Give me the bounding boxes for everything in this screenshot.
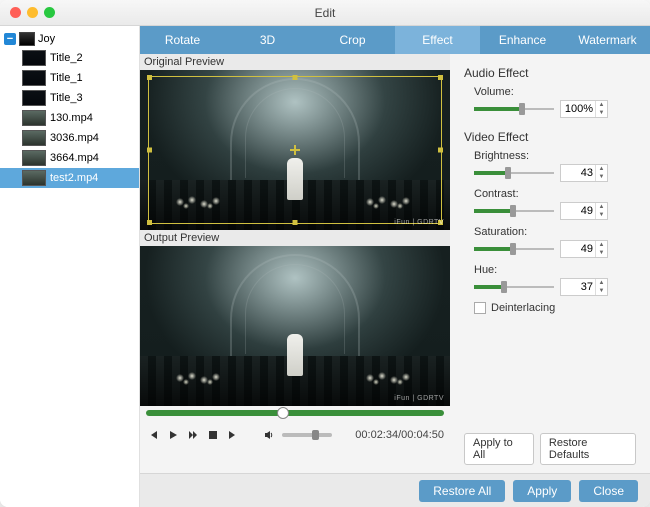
- checkbox-icon[interactable]: [474, 302, 486, 314]
- thumbnail-icon: [22, 50, 46, 66]
- tab-bar: Rotate3DCropEffectEnhanceWatermark: [140, 26, 650, 54]
- saturation-input[interactable]: [561, 243, 595, 255]
- stepper-down-icon[interactable]: ▼: [596, 173, 607, 181]
- stepper-down-icon[interactable]: ▼: [596, 211, 607, 219]
- watermark-text: iFun | GDRTV: [394, 219, 444, 226]
- close-button[interactable]: Close: [579, 480, 638, 502]
- folder-icon: [19, 32, 35, 46]
- brightness-label: Brightness:: [474, 150, 636, 162]
- stepper-down-icon[interactable]: ▼: [596, 109, 607, 117]
- tab-crop[interactable]: Crop: [310, 26, 395, 54]
- file-label: Title_1: [50, 72, 83, 84]
- volume-input[interactable]: [561, 103, 595, 115]
- edit-window: Edit − Joy Title_2 Title_1 Title_3 130.mp4 3…: [0, 0, 650, 507]
- skip-forward-button[interactable]: [226, 428, 240, 442]
- sidebar-item[interactable]: 3664.mp4: [0, 148, 139, 168]
- brightness-input[interactable]: [561, 167, 595, 179]
- stepper-up-icon[interactable]: ▲: [596, 241, 607, 249]
- skip-back-button[interactable]: [146, 428, 160, 442]
- deinterlacing-label: Deinterlacing: [491, 302, 555, 314]
- output-preview-label: Output Preview: [140, 230, 450, 246]
- effects-panel: Audio Effect Volume: ▲▼ Video Effect Bri…: [450, 54, 650, 473]
- deinterlacing-checkbox[interactable]: Deinterlacing: [474, 302, 636, 314]
- timeline-track[interactable]: [146, 410, 444, 416]
- restore-all-button[interactable]: Restore All: [419, 480, 505, 502]
- sidebar-item[interactable]: Title_1: [0, 68, 139, 88]
- brightness-spinner[interactable]: ▲▼: [560, 164, 608, 182]
- contrast-spinner[interactable]: ▲▼: [560, 202, 608, 220]
- stepper-down-icon[interactable]: ▼: [596, 249, 607, 257]
- hue-label: Hue:: [474, 264, 636, 276]
- file-sidebar: − Joy Title_2 Title_1 Title_3 130.mp4 3036.m…: [0, 26, 140, 507]
- saturation-slider[interactable]: [474, 246, 554, 252]
- thumbnail-icon: [22, 90, 46, 106]
- contrast-label: Contrast:: [474, 188, 636, 200]
- fast-forward-button[interactable]: [186, 428, 200, 442]
- volume-slider-effect[interactable]: [474, 106, 554, 112]
- original-preview[interactable]: iFun | GDRTV: [140, 70, 450, 230]
- volume-icon[interactable]: [262, 428, 276, 442]
- restore-defaults-button[interactable]: Restore Defaults: [540, 433, 636, 465]
- playback-controls: 00:02:34/00:04:50: [140, 424, 450, 450]
- saturation-label: Saturation:: [474, 226, 636, 238]
- playhead[interactable]: [277, 407, 289, 419]
- contrast-input[interactable]: [561, 205, 595, 217]
- timeline[interactable]: [140, 406, 450, 424]
- collapse-icon[interactable]: −: [4, 33, 16, 45]
- hue-slider[interactable]: [474, 284, 554, 290]
- tab-effect[interactable]: Effect: [395, 26, 480, 54]
- sidebar-item[interactable]: test2.mp4: [0, 168, 139, 188]
- sidebar-item[interactable]: 3036.mp4: [0, 128, 139, 148]
- sidebar-item[interactable]: Title_2: [0, 48, 139, 68]
- titlebar: Edit: [0, 0, 650, 26]
- hue-input[interactable]: [561, 281, 595, 293]
- hue-spinner[interactable]: ▲▼: [560, 278, 608, 296]
- stepper-down-icon[interactable]: ▼: [596, 287, 607, 295]
- original-preview-label: Original Preview: [140, 54, 450, 70]
- window-title: Edit: [0, 6, 650, 20]
- apply-to-all-button[interactable]: Apply to All: [464, 433, 534, 465]
- time-display: 00:02:34/00:04:50: [355, 429, 444, 441]
- stepper-up-icon[interactable]: ▲: [596, 279, 607, 287]
- tab-rotate[interactable]: Rotate: [140, 26, 225, 54]
- file-label: Title_2: [50, 52, 83, 64]
- audio-effect-heading: Audio Effect: [464, 66, 636, 80]
- stepper-up-icon[interactable]: ▲: [596, 165, 607, 173]
- brightness-slider[interactable]: [474, 170, 554, 176]
- file-label: test2.mp4: [50, 172, 98, 184]
- thumbnail-icon: [22, 150, 46, 166]
- output-preview[interactable]: iFun | GDRTV: [140, 246, 450, 406]
- stepper-up-icon[interactable]: ▲: [596, 101, 607, 109]
- thumbnail-icon: [22, 70, 46, 86]
- volume-spinner[interactable]: ▲▼: [560, 100, 608, 118]
- thumbnail-icon: [22, 110, 46, 126]
- contrast-slider[interactable]: [474, 208, 554, 214]
- play-button[interactable]: [166, 428, 180, 442]
- apply-button[interactable]: Apply: [513, 480, 571, 502]
- tab-3d[interactable]: 3D: [225, 26, 310, 54]
- volume-slider[interactable]: [282, 433, 332, 437]
- root-label: Joy: [38, 33, 55, 45]
- tab-enhance[interactable]: Enhance: [480, 26, 565, 54]
- file-label: 3664.mp4: [50, 152, 99, 164]
- footer-bar: Restore All Apply Close: [140, 473, 650, 507]
- video-effect-heading: Video Effect: [464, 130, 636, 144]
- thumbnail-icon: [22, 130, 46, 146]
- stop-button[interactable]: [206, 428, 220, 442]
- volume-label: Volume:: [474, 86, 636, 98]
- saturation-spinner[interactable]: ▲▼: [560, 240, 608, 258]
- watermark-text: iFun | GDRTV: [394, 395, 444, 402]
- preview-column: Original Preview: [140, 54, 450, 473]
- stepper-up-icon[interactable]: ▲: [596, 203, 607, 211]
- sidebar-item[interactable]: 130.mp4: [0, 108, 139, 128]
- tree-root[interactable]: − Joy: [0, 30, 139, 48]
- file-label: Title_3: [50, 92, 83, 104]
- sidebar-item[interactable]: Title_3: [0, 88, 139, 108]
- thumbnail-icon: [22, 170, 46, 186]
- tab-watermark[interactable]: Watermark: [565, 26, 650, 54]
- file-label: 3036.mp4: [50, 132, 99, 144]
- file-label: 130.mp4: [50, 112, 93, 124]
